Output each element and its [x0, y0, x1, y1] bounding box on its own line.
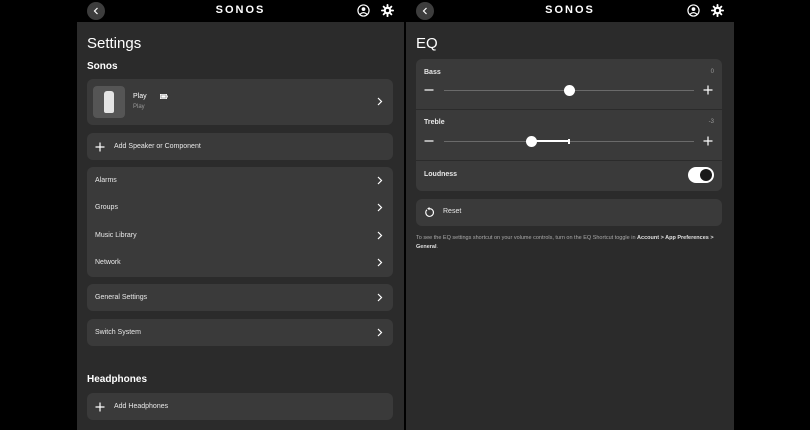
menu-item-alarms[interactable]: Alarms — [87, 167, 393, 194]
bass-plus-button[interactable] — [703, 85, 713, 95]
speaker-card[interactable]: Play Play — [87, 79, 393, 125]
top-bar: SONOS — [77, 0, 404, 22]
help-text-end: . — [436, 244, 439, 250]
treble-zero-tick — [568, 139, 570, 144]
menu-item-label: Switch System — [95, 329, 141, 336]
bass-slider[interactable] — [444, 85, 694, 96]
menu-item-label: Music Library — [95, 232, 137, 239]
page-title: EQ — [416, 35, 438, 52]
chevron-right-icon — [377, 293, 383, 302]
loudness-label: Loudness — [424, 171, 458, 178]
speaker-image — [93, 86, 125, 118]
treble-minus-button[interactable] — [424, 136, 434, 146]
divider — [416, 160, 722, 161]
settings-panel: SONOS Settings Sonos Play Play Add Speak… — [77, 0, 404, 430]
bass-slider-thumb[interactable] — [563, 85, 575, 96]
plus-icon — [95, 402, 105, 411]
sonos-logo: SONOS — [545, 4, 595, 16]
bass-label: Bass — [424, 69, 441, 76]
battery-icon — [160, 94, 168, 99]
eq-help-text: To see the EQ settings shortcut on your … — [416, 234, 716, 252]
reset-label: Reset — [443, 208, 462, 215]
sonos-logo: SONOS — [215, 4, 266, 16]
chevron-right-icon — [377, 328, 383, 337]
top-bar: SONOS — [406, 0, 734, 22]
speaker-model: Play — [133, 104, 145, 110]
menu-item-label: Network — [95, 259, 121, 266]
section-header-sonos: Sonos — [87, 61, 118, 72]
chevron-right-icon — [377, 203, 383, 212]
divider — [416, 109, 722, 110]
account-icon[interactable] — [687, 4, 700, 17]
menu-item-music-library[interactable]: Music Library — [87, 222, 393, 249]
section-header-headphones: Headphones — [87, 374, 148, 385]
menu-item-groups[interactable]: Groups — [87, 194, 393, 221]
menu-item-label: Groups — [95, 204, 118, 211]
plus-icon — [95, 142, 105, 151]
chevron-right-icon — [377, 97, 383, 106]
chevron-right-icon — [377, 231, 383, 240]
menu-item-label: General Settings — [95, 294, 148, 301]
toggle-knob — [700, 169, 712, 181]
reset-button[interactable]: Reset — [416, 199, 722, 226]
page-title: Settings — [87, 35, 142, 52]
speaker-name: Play — [133, 93, 147, 100]
menu-item-general-settings[interactable]: General Settings — [87, 284, 393, 311]
loudness-toggle[interactable] — [688, 167, 714, 183]
chevron-right-icon — [377, 176, 383, 185]
menu-item-network[interactable]: Network — [87, 249, 393, 276]
treble-slider-thumb[interactable] — [526, 136, 537, 147]
treble-slider-fill — [531, 140, 569, 142]
bass-value: 0 — [710, 69, 714, 75]
add-speaker-label: Add Speaker or Component — [114, 143, 201, 150]
bass-minus-button[interactable] — [424, 85, 434, 95]
treble-label: Treble — [424, 119, 445, 126]
reset-icon — [425, 207, 435, 217]
gear-icon[interactable] — [381, 4, 394, 17]
treble-plus-button[interactable] — [703, 136, 713, 146]
treble-value: -3 — [708, 119, 714, 125]
help-text-intro: To see the EQ settings shortcut on your … — [416, 235, 638, 241]
gear-icon[interactable] — [711, 4, 724, 17]
menu-item-label: Alarms — [95, 177, 117, 184]
settings-menu: Alarms Groups Music Library Network — [87, 167, 393, 277]
add-headphones-label: Add Headphones — [114, 403, 169, 410]
menu-item-switch-system[interactable]: Switch System — [87, 319, 393, 346]
add-speaker-button[interactable]: Add Speaker or Component — [87, 133, 393, 160]
treble-slider[interactable] — [444, 136, 694, 147]
eq-panel: SONOS EQ Bass 0 Treble -3 Loudness Reset… — [406, 0, 734, 430]
chevron-right-icon — [377, 258, 383, 267]
account-icon[interactable] — [357, 4, 370, 17]
eq-settings-card: Bass 0 Treble -3 Loudness — [416, 59, 722, 191]
add-headphones-button[interactable]: Add Headphones — [87, 393, 393, 420]
